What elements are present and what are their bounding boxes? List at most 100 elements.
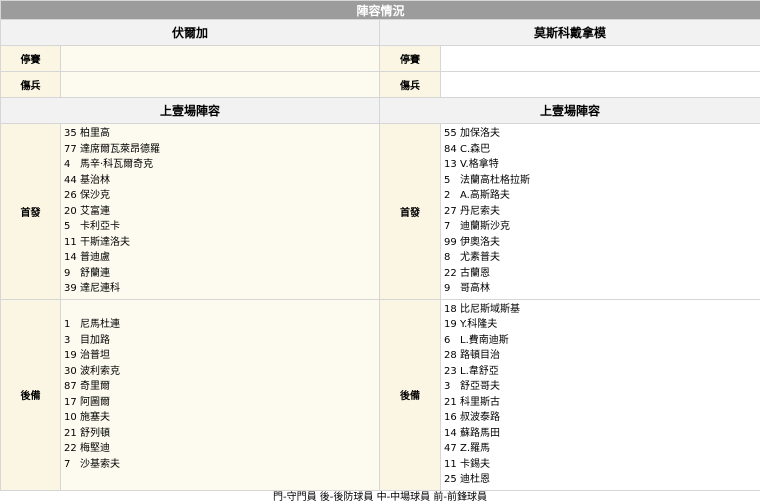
home-last-lineup-heading: 上壹場陣容 (1, 98, 380, 124)
away-subs-label: 後備 (380, 299, 441, 490)
player-name[interactable]: 普迪盧 (80, 252, 110, 263)
player-number: 28 (444, 348, 460, 364)
player-number: 2 (444, 188, 460, 204)
player-name[interactable]: 馬辛·科瓦爾奇克 (80, 159, 153, 170)
player-name[interactable]: A.高斯路夫 (460, 190, 510, 201)
home-suspended-label: 停賽 (1, 46, 61, 72)
player-row: 7沙基索夫 (64, 457, 379, 473)
player-name[interactable]: 達席爾瓦萊昂德羅 (80, 144, 160, 155)
player-row: 21科里斯古 (444, 395, 760, 411)
player-name[interactable]: 柏里高 (80, 128, 110, 139)
home-injured-value (61, 72, 380, 98)
player-number: 8 (444, 250, 460, 266)
player-name[interactable]: 沙基索夫 (80, 459, 120, 470)
away-injured-label: 傷兵 (380, 72, 441, 98)
away-last-lineup-heading: 上壹場陣容 (380, 98, 760, 124)
player-name[interactable]: 法蘭高杜格拉斯 (460, 175, 530, 186)
player-number: 18 (444, 302, 460, 318)
subs-row: 後備 1尼馬杜連3目加路19治普坦30波利索克87奇里爾17阿圖爾10施塞夫21… (1, 299, 760, 490)
player-name[interactable]: 迪杜恩 (460, 474, 490, 485)
player-number: 9 (64, 266, 80, 282)
player-name[interactable]: 波利索克 (80, 366, 120, 377)
player-name[interactable]: 奇里爾 (80, 381, 110, 392)
player-row: 26保沙克 (64, 188, 379, 204)
player-number: 6 (444, 333, 460, 349)
player-row: 1尼馬杜連 (64, 317, 379, 333)
player-name[interactable]: 叔波泰路 (460, 412, 500, 423)
player-row: 7迪蘭斯沙克 (444, 219, 760, 235)
player-name[interactable]: 科里斯古 (460, 397, 500, 408)
player-number: 13 (444, 157, 460, 173)
player-row: 39達尼連科 (64, 281, 379, 297)
player-number: 3 (444, 379, 460, 395)
player-name[interactable]: 比尼斯域斯基 (460, 304, 520, 315)
player-name[interactable]: 哥高林 (460, 283, 490, 294)
player-number: 23 (444, 364, 460, 380)
player-number: 25 (444, 472, 460, 488)
player-row: 20艾富連 (64, 204, 379, 220)
player-name[interactable]: Z.羅馬 (460, 443, 490, 454)
player-name[interactable]: L.費南迪斯 (460, 335, 509, 346)
player-name[interactable]: 卡利亞卡 (80, 221, 120, 232)
player-name[interactable]: 蘇路馬田 (460, 428, 500, 439)
player-row: 55加保洛夫 (444, 126, 760, 142)
player-name[interactable]: Y.科隆夫 (460, 319, 497, 330)
suspended-row: 停賽 停賽 (1, 46, 760, 72)
away-suspended-value (441, 46, 760, 72)
away-injured-value (441, 72, 760, 98)
player-name[interactable]: C.森巴 (460, 144, 490, 155)
player-row: 18比尼斯域斯基 (444, 302, 760, 318)
away-subs-list: 18比尼斯域斯基19Y.科隆夫6L.費南迪斯28路頓目治23L.韋舒亞3舒亞哥夫… (441, 299, 760, 490)
player-row: 14蘇路馬田 (444, 426, 760, 442)
player-name[interactable]: 古蘭恩 (460, 268, 490, 279)
player-name[interactable]: 舒亞哥夫 (460, 381, 500, 392)
player-name[interactable]: 基治林 (80, 175, 110, 186)
player-name[interactable]: 尼馬杜連 (80, 319, 120, 330)
player-number: 10 (64, 410, 80, 426)
player-name[interactable]: 迪蘭斯沙克 (460, 221, 510, 232)
player-name[interactable]: 干斯達洛夫 (80, 237, 130, 248)
player-number: 47 (444, 441, 460, 457)
player-number: 5 (444, 173, 460, 189)
player-row: 4馬辛·科瓦爾奇克 (64, 157, 379, 173)
home-team-name: 伏爾加 (1, 20, 380, 46)
player-row: 2A.高斯路夫 (444, 188, 760, 204)
player-row: 35柏里高 (64, 126, 379, 142)
player-name[interactable]: 梅堅迪 (80, 443, 110, 454)
player-number: 5 (64, 219, 80, 235)
player-name[interactable]: 保沙克 (80, 190, 110, 201)
player-name[interactable]: 阿圖爾 (80, 397, 110, 408)
player-name[interactable]: 舒蘭連 (80, 268, 110, 279)
player-name[interactable]: 伊奧洛夫 (460, 237, 500, 248)
player-name[interactable]: 加保洛夫 (460, 128, 500, 139)
last-lineup-header-row: 上壹場陣容 上壹場陣容 (1, 98, 760, 124)
player-name[interactable]: L.韋舒亞 (460, 366, 499, 377)
player-row: 22梅堅迪 (64, 441, 379, 457)
player-row: 23L.韋舒亞 (444, 364, 760, 380)
player-name[interactable]: 丹尼索夫 (460, 206, 500, 217)
player-row: 13V.格拿特 (444, 157, 760, 173)
player-number: 9 (444, 281, 460, 297)
home-injured-label: 傷兵 (1, 72, 61, 98)
player-name[interactable]: 施塞夫 (80, 412, 110, 423)
player-number: 1 (64, 317, 80, 333)
player-row: 25迪杜恩 (444, 472, 760, 488)
player-name[interactable]: 路頓目治 (460, 350, 500, 361)
player-row: 44基治林 (64, 173, 379, 189)
player-number: 21 (444, 395, 460, 411)
player-row: 10施塞夫 (64, 410, 379, 426)
player-name[interactable]: V.格拿特 (460, 159, 499, 170)
player-row: 3舒亞哥夫 (444, 379, 760, 395)
player-name[interactable]: 舒列頓 (80, 428, 110, 439)
player-name[interactable]: 治普坦 (80, 350, 110, 361)
player-number: 14 (444, 426, 460, 442)
player-name[interactable]: 尤素普夫 (460, 252, 500, 263)
player-row: 5卡利亞卡 (64, 219, 379, 235)
player-number: 3 (64, 333, 80, 349)
player-name[interactable]: 達尼連科 (80, 283, 120, 294)
player-row: 8尤素普夫 (444, 250, 760, 266)
injured-row: 傷兵 傷兵 (1, 72, 760, 98)
player-name[interactable]: 艾富連 (80, 206, 110, 217)
player-name[interactable]: 目加路 (80, 335, 110, 346)
player-name[interactable]: 卡錫夫 (460, 459, 490, 470)
